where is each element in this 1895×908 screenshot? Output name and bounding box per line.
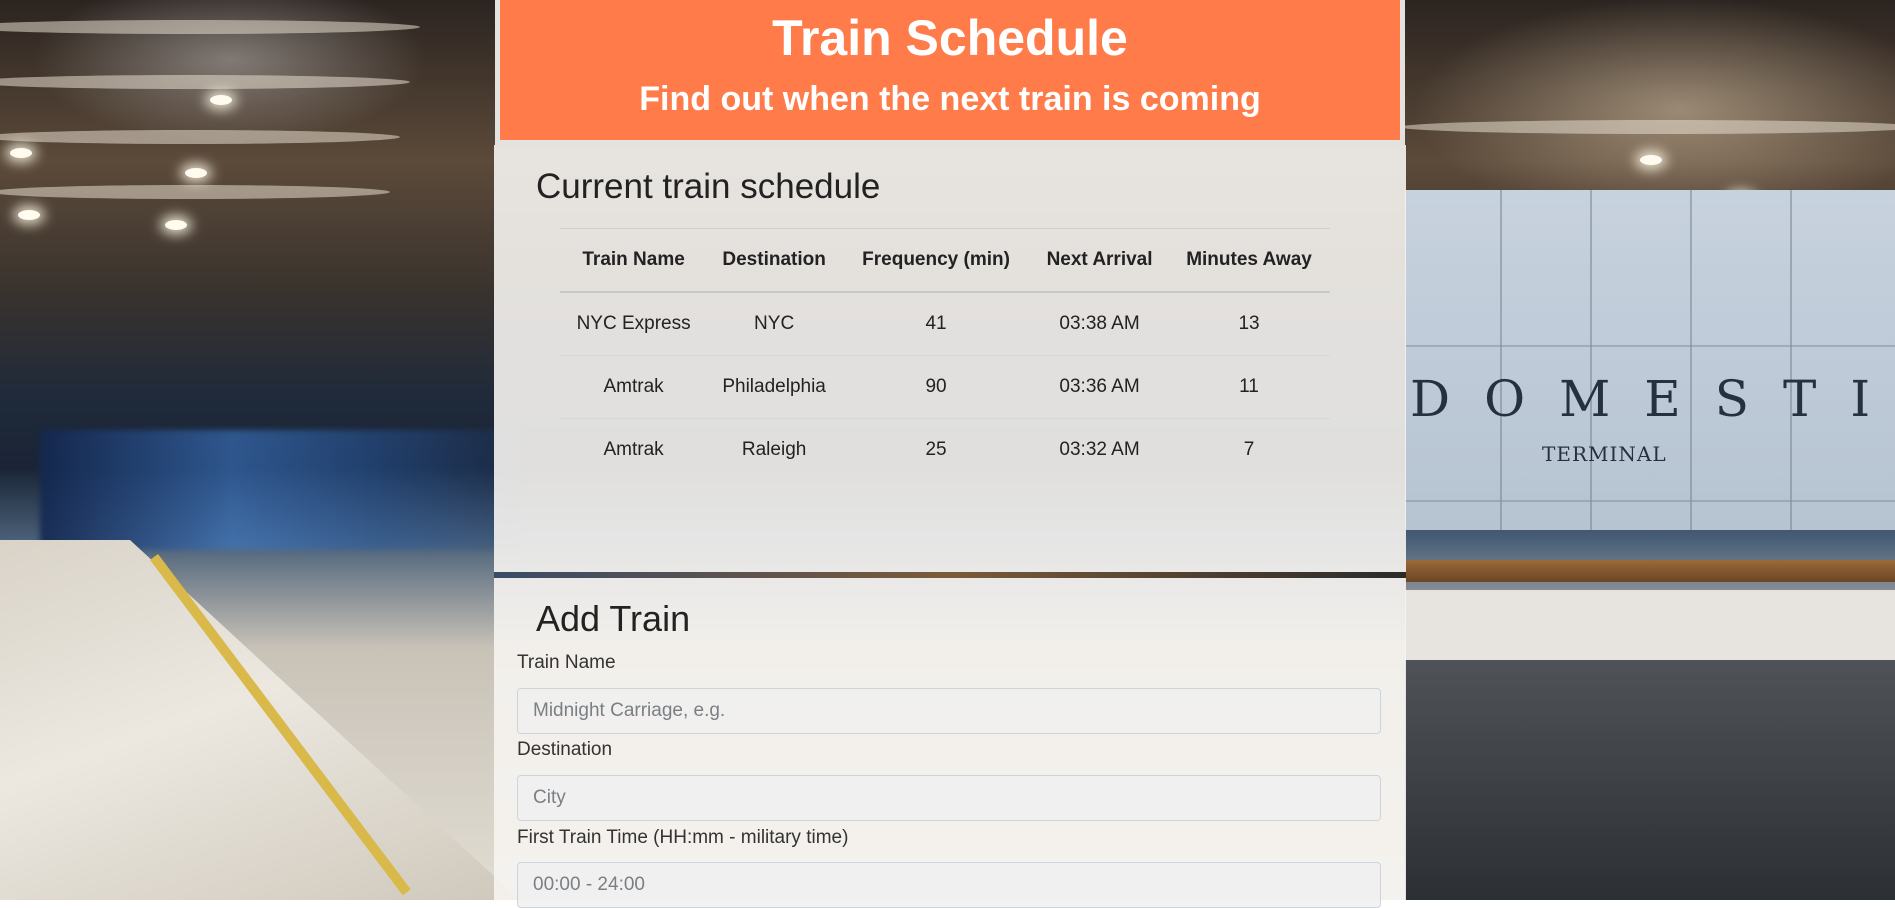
cell-minutes-away: 7	[1243, 439, 1255, 460]
wall-seam	[1690, 190, 1692, 530]
cell-train-name: Amtrak	[560, 355, 708, 419]
bench	[1405, 560, 1895, 582]
ceiling-light	[1640, 155, 1662, 165]
cell-frequency: 41	[841, 292, 1032, 356]
cell-minutes-away: 13	[1168, 292, 1330, 356]
column-header-train-name: Train Name	[560, 228, 708, 293]
schedule-table: Train Name Destination Frequency (min) N…	[560, 228, 1330, 481]
cell-destination: Raleigh	[741, 439, 807, 460]
table-row: Amtrak Philadelphia 90 03:36 AM 11	[560, 355, 1330, 419]
cell-frequency: 25	[925, 439, 947, 460]
column-header-minutes-away: Minutes Away	[1168, 228, 1330, 293]
passing-train	[40, 430, 520, 550]
cell-destination: Philadelphia	[707, 355, 842, 419]
destination-label: Destination	[517, 739, 613, 760]
cell-next-arrival: 03:38 AM	[1031, 292, 1169, 356]
cell-minutes-away: 11	[1168, 355, 1330, 419]
page-title: Train Schedule	[772, 10, 1128, 66]
ceiling-light	[210, 95, 232, 105]
cell-next-arrival: 03:32 AM	[1059, 439, 1140, 460]
wall-seam	[1405, 500, 1895, 502]
wall-seam	[1590, 190, 1592, 530]
track-wall	[1405, 660, 1895, 900]
train-name-label: Train Name	[517, 652, 616, 673]
ceiling-light	[10, 148, 32, 158]
ceiling-panel	[0, 185, 390, 199]
first-train-time-input[interactable]	[517, 862, 1381, 908]
column-header-destination: Destination	[707, 228, 842, 293]
ceiling-panel	[1400, 120, 1895, 134]
train-name-input[interactable]	[517, 688, 1381, 734]
cell-destination: NYC	[707, 292, 842, 356]
table-row: Amtrak Raleigh 25 03:32 AM 7	[560, 419, 1330, 482]
header-banner: Train Schedule Find out when the next tr…	[500, 0, 1400, 140]
header: Train Schedule Find out when the next tr…	[495, 0, 1405, 145]
table-header-row: Train Name Destination Frequency (min) N…	[560, 228, 1330, 293]
wall-seam	[1405, 345, 1895, 347]
platform	[0, 540, 520, 900]
ceiling-panel	[0, 20, 420, 34]
ceiling-panel	[0, 130, 400, 144]
ceiling-light	[18, 210, 40, 220]
ceiling-light	[165, 220, 187, 230]
schedule-heading: Current train schedule	[536, 167, 881, 206]
terminal-sign: TERMINAL	[1542, 442, 1667, 466]
cell-frequency: 90	[841, 355, 1032, 419]
schedule-card: Current train schedule Train Name Destin…	[494, 145, 1406, 572]
wall-seam	[1500, 190, 1502, 530]
ceiling-panel	[0, 75, 410, 89]
destination-input[interactable]	[517, 775, 1381, 821]
add-train-card: Add Train Train Name Destination First T…	[494, 578, 1406, 908]
table-row: NYC Express NYC 41 03:38 AM 13	[560, 292, 1330, 356]
ceiling-light	[185, 168, 207, 178]
column-header-frequency: Frequency (min)	[841, 228, 1032, 293]
add-train-heading: Add Train	[536, 598, 691, 639]
page-subtitle: Find out when the next train is coming	[639, 80, 1261, 118]
cell-train-name: Amtrak	[603, 439, 664, 460]
first-train-time-label: First Train Time (HH:mm - military time)	[517, 827, 849, 848]
cell-train-name: NYC Express	[560, 292, 708, 356]
domestic-sign: DOMESTIC	[1410, 370, 1895, 428]
column-header-next-arrival: Next Arrival	[1031, 228, 1169, 293]
wall-seam	[1790, 190, 1792, 530]
cell-next-arrival: 03:36 AM	[1031, 355, 1169, 419]
terminal-wall	[1405, 190, 1895, 530]
platform-floor	[1405, 590, 1895, 660]
